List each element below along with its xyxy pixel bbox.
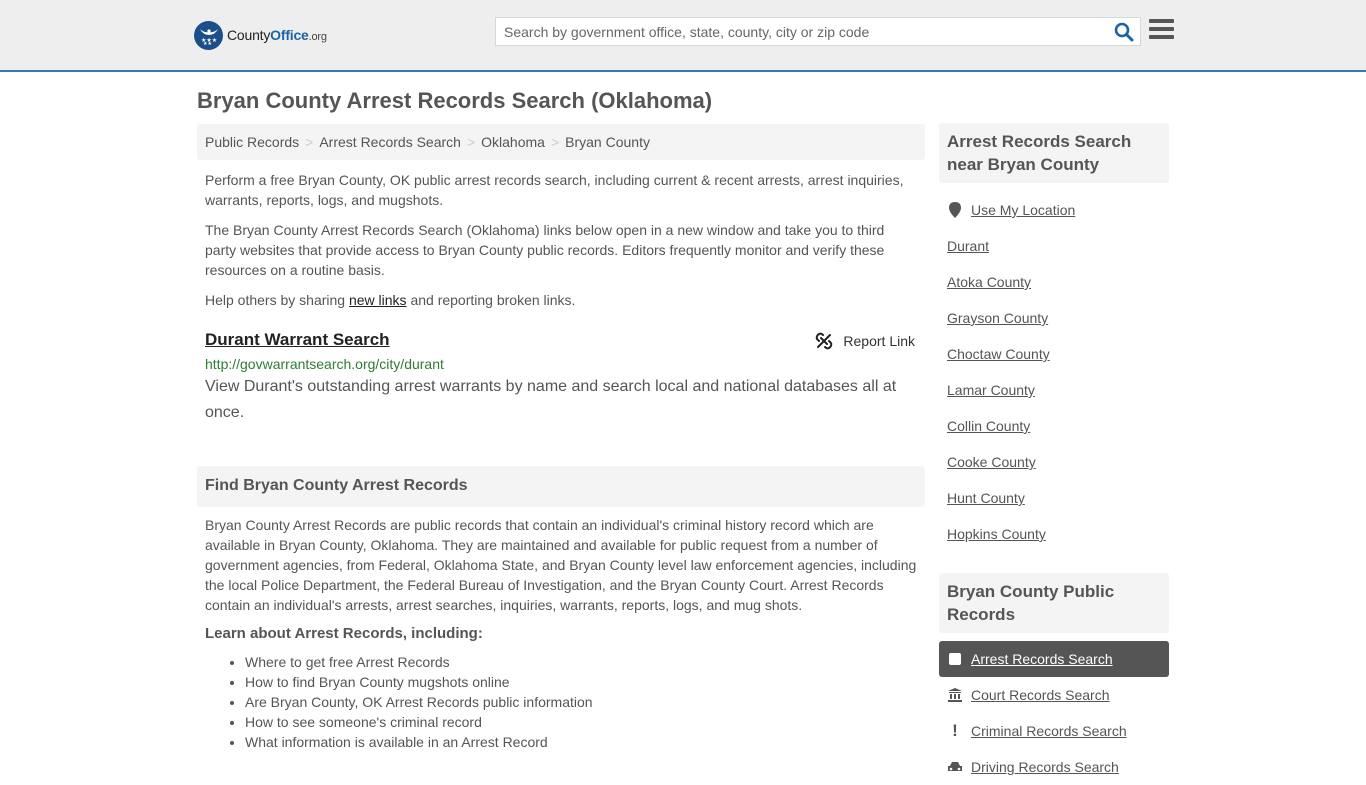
use-my-location-link[interactable]: Use My Location <box>971 202 1075 218</box>
nearby-item: Hopkins County <box>939 516 1169 552</box>
nearby-item: Grayson County <box>939 300 1169 336</box>
svg-text:★★: ★★ <box>203 41 212 45</box>
site-logo[interactable]: ★★★ ★★ CountyOffice.org <box>194 20 327 50</box>
nearby-link-grayson-county[interactable]: Grayson County <box>947 310 1048 326</box>
eagle-logo-icon: ★★★ ★★ <box>194 20 223 50</box>
nearby-item: Hunt County <box>939 480 1169 516</box>
public-records-list: Arrest Records Search Court Records Sear… <box>939 641 1169 785</box>
nearby-item: Choctaw County <box>939 336 1169 372</box>
breadcrumb: Public Records > Arrest Records Search > Okl… <box>197 124 925 160</box>
disclaimer-paragraph: The Bryan County Arrest Records Search (… <box>205 222 885 278</box>
nearby-link-hunt-county[interactable]: Hunt County <box>947 490 1025 506</box>
map-marker-icon <box>947 202 963 218</box>
car-icon <box>947 761 963 773</box>
hamburger-menu-icon[interactable] <box>1149 19 1175 43</box>
public-record-item-driving[interactable]: Driving Records Search <box>939 749 1169 785</box>
exclamation-icon: ! <box>952 721 958 740</box>
public-record-item-court[interactable]: Court Records Search <box>939 677 1169 713</box>
search-input[interactable] <box>496 18 1106 45</box>
resource-link-description: View Durant's outstanding arrest warrant… <box>205 378 897 421</box>
square-icon <box>947 653 963 665</box>
learn-list: Where to get free Arrest Records How to … <box>245 652 925 752</box>
arrest-records-search-link[interactable]: Arrest Records Search <box>971 651 1113 667</box>
nearby-link-cooke-county[interactable]: Cooke County <box>947 454 1036 470</box>
public-record-item-criminal[interactable]: ! Criminal Records Search <box>939 713 1169 749</box>
search-box <box>495 17 1141 46</box>
find-records-section: Bryan County Arrest Records are public r… <box>197 515 925 752</box>
search-icon[interactable] <box>1114 22 1134 42</box>
page-title: Bryan County Arrest Records Search (Okla… <box>197 88 713 113</box>
nearby-item: Atoka County <box>939 264 1169 300</box>
nearby-link-lamar-county[interactable]: Lamar County <box>947 382 1035 398</box>
resource-link-card: Durant Warrant Search Report Link http:/… <box>197 330 925 426</box>
find-records-body: Bryan County Arrest Records are public r… <box>205 517 917 613</box>
find-records-heading: Find Bryan County Arrest Records <box>197 466 925 507</box>
public-record-item-arrest[interactable]: Arrest Records Search <box>939 641 1169 677</box>
nearby-link-durant[interactable]: Durant <box>947 238 989 254</box>
breadcrumb-separator: > <box>550 134 560 150</box>
nearby-link-hopkins-county[interactable]: Hopkins County <box>947 526 1046 542</box>
public-records-heading: Bryan County Public Records <box>939 573 1169 633</box>
nearby-link-collin-county[interactable]: Collin County <box>947 418 1030 434</box>
report-link-button[interactable]: Report Link <box>815 332 915 350</box>
nearby-item: Lamar County <box>939 372 1169 408</box>
learn-list-item: How to see someone's criminal record <box>245 712 925 732</box>
resource-link-title[interactable]: Durant Warrant Search <box>205 330 390 349</box>
driving-records-search-link[interactable]: Driving Records Search <box>971 759 1119 775</box>
nearby-list: Use My Location Durant Atoka County Gray… <box>939 192 1169 552</box>
breadcrumb-oklahoma[interactable]: Oklahoma <box>481 134 545 150</box>
breadcrumb-bryan-county[interactable]: Bryan County <box>565 134 650 150</box>
new-links-link[interactable]: new links <box>349 292 407 308</box>
courthouse-icon <box>947 688 963 702</box>
nearby-item: Collin County <box>939 408 1169 444</box>
learn-heading: Learn about Arrest Records, including: <box>205 625 483 642</box>
nearby-item: Durant <box>939 228 1169 264</box>
nearby-link-atoka-county[interactable]: Atoka County <box>947 274 1031 290</box>
resource-link-url[interactable]: http://govwarrantsearch.org/city/durant <box>205 356 917 372</box>
breadcrumb-separator: > <box>305 134 314 150</box>
nearby-heading: Arrest Records Search near Bryan County <box>939 123 1169 183</box>
breadcrumb-arrest-records-search[interactable]: Arrest Records Search <box>319 134 461 150</box>
learn-list-item: Where to get free Arrest Records <box>245 652 925 672</box>
share-paragraph: Help others by sharing new links and rep… <box>205 292 576 308</box>
court-records-search-link[interactable]: Court Records Search <box>971 687 1110 703</box>
learn-list-item: Are Bryan County, OK Arrest Records publ… <box>245 692 925 712</box>
main-content: Perform a free Bryan County, OK public a… <box>197 170 925 426</box>
learn-list-item: How to find Bryan County mugshots online <box>245 672 925 692</box>
breadcrumb-separator: > <box>466 134 476 150</box>
logo-wordmark: CountyOffice.org <box>227 27 327 43</box>
breadcrumb-public-records[interactable]: Public Records <box>205 134 299 150</box>
criminal-records-search-link[interactable]: Criminal Records Search <box>971 723 1127 739</box>
intro-paragraph: Perform a free Bryan County, OK public a… <box>205 172 904 208</box>
nearby-item: Cooke County <box>939 444 1169 480</box>
learn-list-item: What information is available in an Arre… <box>245 732 925 752</box>
broken-link-icon <box>816 332 833 350</box>
top-header: ★★★ ★★ CountyOffice.org <box>0 0 1366 72</box>
use-my-location-item: Use My Location <box>939 192 1169 228</box>
nearby-link-choctaw-county[interactable]: Choctaw County <box>947 346 1050 362</box>
